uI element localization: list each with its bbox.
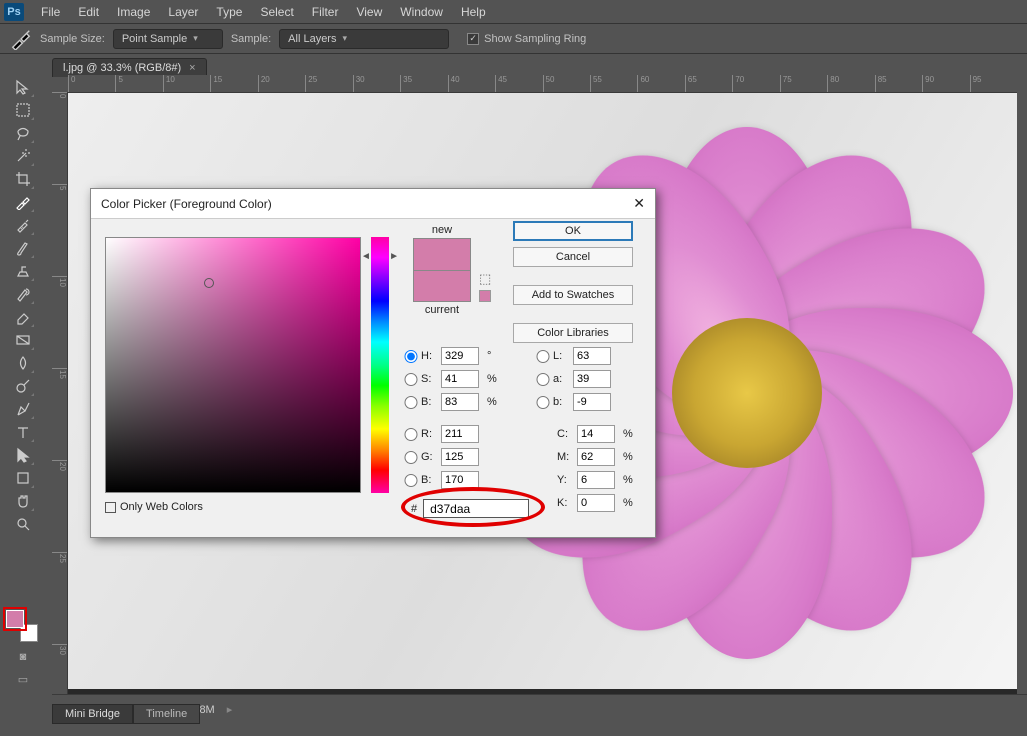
- k-input[interactable]: [577, 494, 615, 512]
- add-swatches-button[interactable]: Add to Swatches: [513, 285, 633, 305]
- g-radio[interactable]: [403, 451, 419, 464]
- pen-tool[interactable]: [11, 398, 35, 420]
- close-icon[interactable]: ×: [189, 62, 195, 74]
- sample-size-select[interactable]: Point Sample: [113, 29, 223, 49]
- hand-tool[interactable]: [11, 490, 35, 512]
- sample-select[interactable]: All Layers: [279, 29, 449, 49]
- menu-layer[interactable]: Layer: [159, 5, 207, 19]
- cube-icon[interactable]: ⬚: [479, 271, 491, 287]
- ruler-horizontal: 0 5 10 15 20 25 30 35 40 45 50 55 60 65 …: [68, 75, 1017, 93]
- ruler-vertical: 051015202530: [52, 92, 68, 694]
- quickmask-screenmode: ◙ ▭: [13, 648, 33, 688]
- b-input[interactable]: [441, 393, 479, 411]
- menu-view[interactable]: View: [347, 5, 391, 19]
- current-color-swatch[interactable]: [413, 270, 471, 302]
- marquee-tool[interactable]: [11, 99, 35, 121]
- quickmask-icon[interactable]: ◙: [13, 648, 33, 666]
- gradient-tool[interactable]: [11, 329, 35, 351]
- current-label: current: [407, 304, 477, 316]
- tools-panel: [8, 72, 38, 539]
- menu-file[interactable]: File: [32, 5, 69, 19]
- brush-tool[interactable]: [11, 237, 35, 259]
- s-radio[interactable]: [403, 373, 419, 386]
- foreground-color-swatch[interactable]: [6, 610, 24, 628]
- menu-type[interactable]: Type: [207, 5, 251, 19]
- r-input[interactable]: [441, 425, 479, 443]
- show-sampling-ring-check[interactable]: ✓ Show Sampling Ring: [467, 33, 586, 45]
- zoom-tool[interactable]: [11, 513, 35, 535]
- dodge-tool[interactable]: [11, 375, 35, 397]
- menu-filter[interactable]: Filter: [303, 5, 348, 19]
- menu-edit[interactable]: Edit: [69, 5, 108, 19]
- ok-button[interactable]: OK: [513, 221, 633, 241]
- websafe-swatch[interactable]: [479, 290, 491, 302]
- blur-tool[interactable]: [11, 352, 35, 374]
- close-icon[interactable]: ✕: [633, 195, 645, 212]
- menu-window[interactable]: Window: [391, 5, 452, 19]
- type-tool[interactable]: [11, 421, 35, 443]
- magic-wand-tool[interactable]: [11, 145, 35, 167]
- a-input[interactable]: [573, 370, 611, 388]
- menu-select[interactable]: Select: [251, 5, 302, 19]
- swatch-preview: new current: [407, 224, 477, 318]
- y-input[interactable]: [577, 471, 615, 489]
- crop-tool[interactable]: [11, 168, 35, 190]
- options-bar: Sample Size: Point Sample Sample: All La…: [0, 24, 1027, 54]
- color-libraries-button[interactable]: Color Libraries: [513, 323, 633, 343]
- r-radio[interactable]: [403, 428, 419, 441]
- healing-brush-tool[interactable]: [11, 214, 35, 236]
- saturation-field[interactable]: [105, 237, 361, 493]
- eyedropper-icon[interactable]: [10, 28, 32, 50]
- b-radio[interactable]: [403, 396, 419, 409]
- shape-tool[interactable]: [11, 467, 35, 489]
- lasso-tool[interactable]: [11, 122, 35, 144]
- annotation-highlight: [401, 487, 545, 527]
- color-picker-dialog: Color Picker (Foreground Color) ✕ new cu…: [90, 188, 656, 538]
- clone-stamp-tool[interactable]: [11, 260, 35, 282]
- screenmode-icon[interactable]: ▭: [13, 670, 33, 688]
- eyedropper-tool[interactable]: [11, 191, 35, 213]
- c-input[interactable]: [577, 425, 615, 443]
- lab-group: L: a: b:: [535, 347, 633, 411]
- h-radio[interactable]: [403, 350, 419, 363]
- history-brush-tool[interactable]: [11, 283, 35, 305]
- eraser-tool[interactable]: [11, 306, 35, 328]
- hue-slider[interactable]: [371, 237, 389, 493]
- b2-radio[interactable]: [535, 396, 551, 409]
- document-tab-label: l.jpg @ 33.3% (RGB/8#): [63, 62, 181, 74]
- new-color-swatch: [413, 238, 471, 270]
- b2-input[interactable]: [573, 393, 611, 411]
- sample-label: Sample:: [231, 33, 271, 45]
- s-input[interactable]: [441, 370, 479, 388]
- menu-help[interactable]: Help: [452, 5, 495, 19]
- hsb-group: H:° S:% B:%: [403, 347, 501, 411]
- l-input[interactable]: [573, 347, 611, 365]
- mini-bridge-tab[interactable]: Mini Bridge: [52, 704, 133, 724]
- dialog-titlebar[interactable]: Color Picker (Foreground Color) ✕: [91, 189, 655, 219]
- bl-radio[interactable]: [403, 474, 419, 487]
- check-icon: ✓: [467, 33, 479, 45]
- menu-image[interactable]: Image: [108, 5, 159, 19]
- path-select-tool[interactable]: [11, 444, 35, 466]
- a-radio[interactable]: [535, 373, 551, 386]
- rgb-group: R: G: B:: [403, 425, 501, 489]
- timeline-tab[interactable]: Timeline: [133, 704, 200, 724]
- sample-size-label: Sample Size:: [40, 33, 105, 45]
- only-web-colors-check[interactable]: Only Web Colors: [105, 501, 203, 513]
- move-tool[interactable]: [11, 76, 35, 98]
- menu-bar: Ps File Edit Image Layer Type Select Fil…: [0, 0, 1027, 24]
- cmyk-group: C:% M:% Y:% K:%: [557, 425, 637, 512]
- new-label: new: [407, 224, 477, 236]
- ps-logo: Ps: [4, 3, 24, 21]
- checkbox-icon: [105, 502, 116, 513]
- l-radio[interactable]: [535, 350, 551, 363]
- color-marker[interactable]: [204, 278, 214, 288]
- h-input[interactable]: [441, 347, 479, 365]
- color-swatches[interactable]: [6, 610, 38, 642]
- cancel-button[interactable]: Cancel: [513, 247, 633, 267]
- g-input[interactable]: [441, 448, 479, 466]
- dialog-title: Color Picker (Foreground Color): [101, 197, 272, 211]
- m-input[interactable]: [577, 448, 615, 466]
